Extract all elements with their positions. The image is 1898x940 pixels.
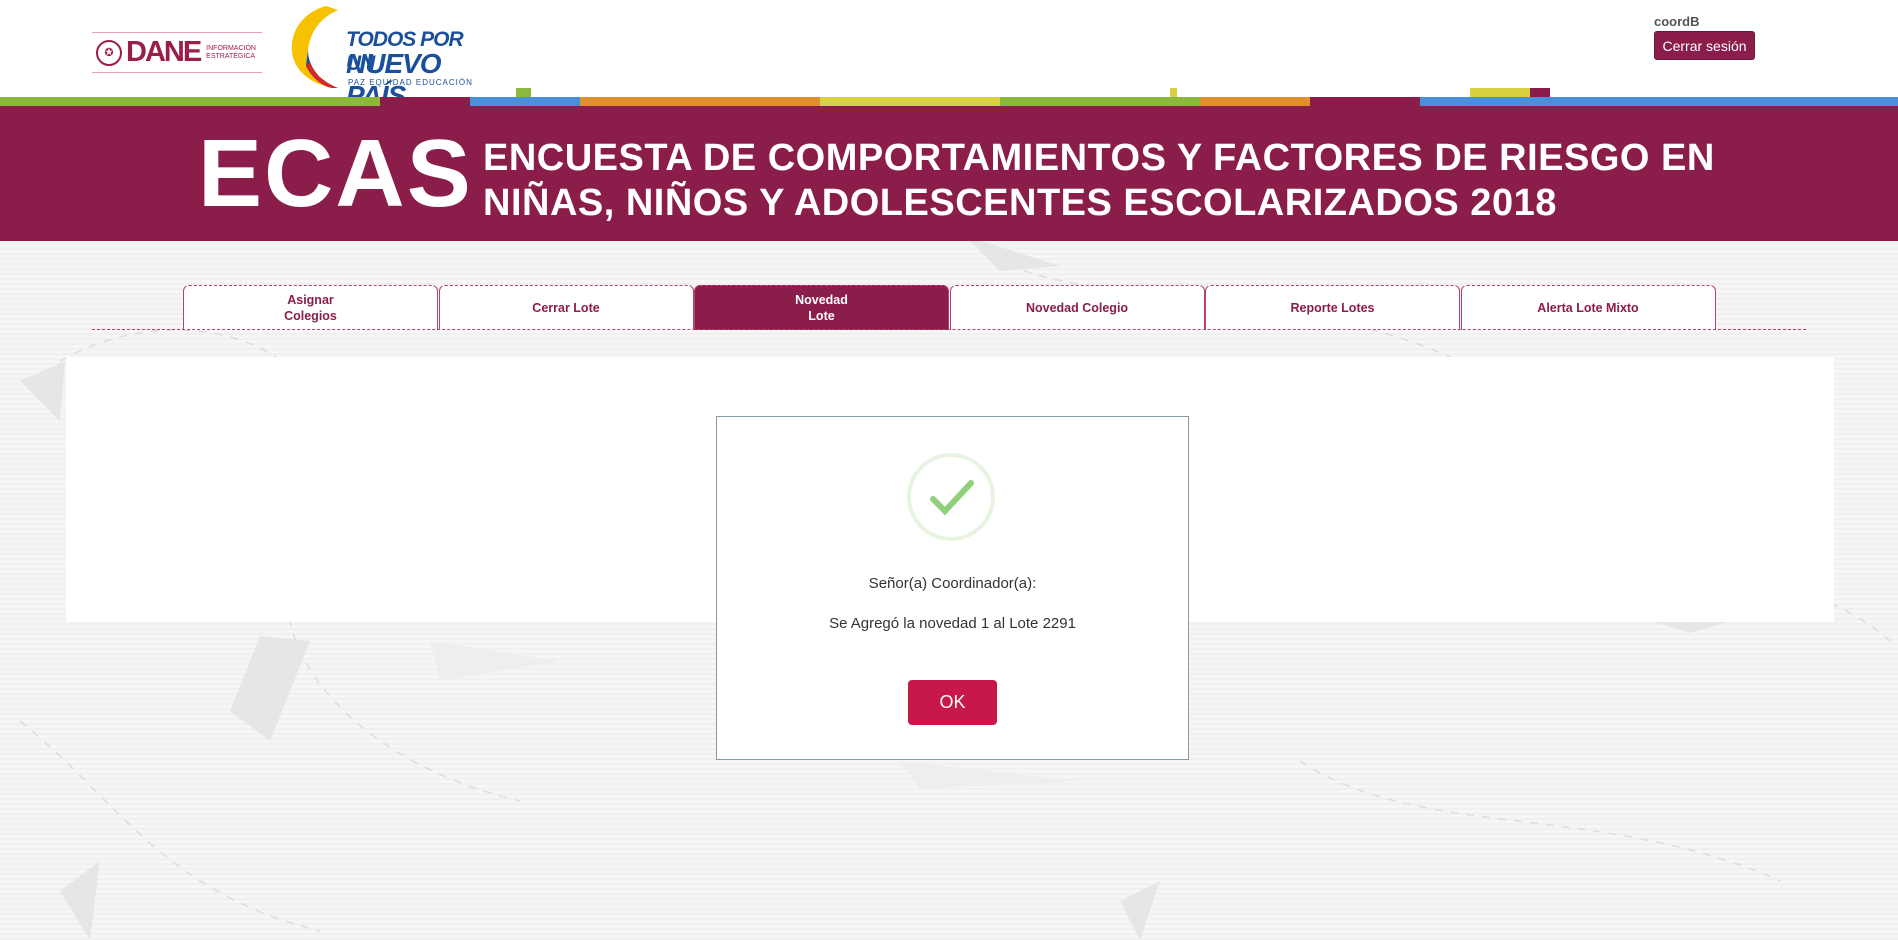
tab-reporte-lotes[interactable]: Reporte Lotes — [1205, 285, 1460, 330]
dialog-message: Se Agregó la novedad 1 al Lote 2291 — [829, 615, 1076, 632]
stripe-accent — [1470, 88, 1530, 97]
tab-alerta-lote-mixto[interactable]: Alerta Lote Mixto — [1460, 285, 1716, 330]
banner-acronym: ECAS — [198, 120, 473, 227]
tabs-divider — [92, 329, 1806, 330]
username-label: coordB — [1654, 14, 1700, 29]
success-circle — [907, 453, 995, 541]
dane-logo-subtitle: INFORMACIÓN ESTRATÉGICA — [206, 44, 256, 60]
survey-banner: ECAS ENCUESTA DE COMPORTAMIENTOS Y FACTO… — [0, 106, 1898, 241]
top-header: ✪ DANE INFORMACIÓN ESTRATÉGICA TODOS POR… — [0, 0, 1898, 111]
banner-title-line2: NIÑAS, NIÑOS Y ADOLESCENTES ESCOLARIZADO… — [483, 182, 1557, 224]
success-dialog: Señor(a) Coordinador(a): Se Agregó la no… — [716, 416, 1189, 760]
banner-title-line1: ENCUESTA DE COMPORTAMIENTOS Y FACTORES D… — [483, 137, 1715, 179]
tab-asignar-colegios[interactable]: Asignar Colegios — [183, 285, 438, 330]
colombia-flag-swoosh-icon — [291, 6, 338, 88]
tab-cerrar-lote[interactable]: Cerrar Lote — [438, 285, 694, 330]
decorative-color-stripe — [0, 97, 1898, 106]
dane-logo-text: DANE — [126, 36, 202, 68]
dane-seal-icon: ✪ — [96, 39, 122, 66]
tab-novedad-lote[interactable]: Novedad Lote — [694, 285, 949, 330]
dialog-title: Señor(a) Coordinador(a): — [868, 575, 1037, 592]
gov-logo-line3: PAZ EQUIDAD EDUCACIÓN — [348, 78, 473, 87]
stripe-accent — [1530, 88, 1550, 97]
ok-button[interactable]: OK — [908, 680, 997, 725]
banner-title: ENCUESTA DE COMPORTAMIENTOS Y FACTORES D… — [483, 136, 1763, 226]
government-logo: TODOS POR UN NUEVO PAÍS PAZ EQUIDAD EDUC… — [286, 2, 486, 111]
navigation-tabs: Asignar Colegios Cerrar Lote Novedad Lot… — [183, 285, 1716, 330]
stripe-accent — [1170, 88, 1177, 97]
check-icon — [930, 480, 974, 516]
tab-novedad-colegio[interactable]: Novedad Colegio — [949, 285, 1205, 330]
dane-logo: ✪ DANE INFORMACIÓN ESTRATÉGICA — [92, 32, 262, 73]
stripe-accent — [516, 88, 531, 97]
logout-button[interactable]: Cerrar sesión — [1654, 31, 1755, 60]
